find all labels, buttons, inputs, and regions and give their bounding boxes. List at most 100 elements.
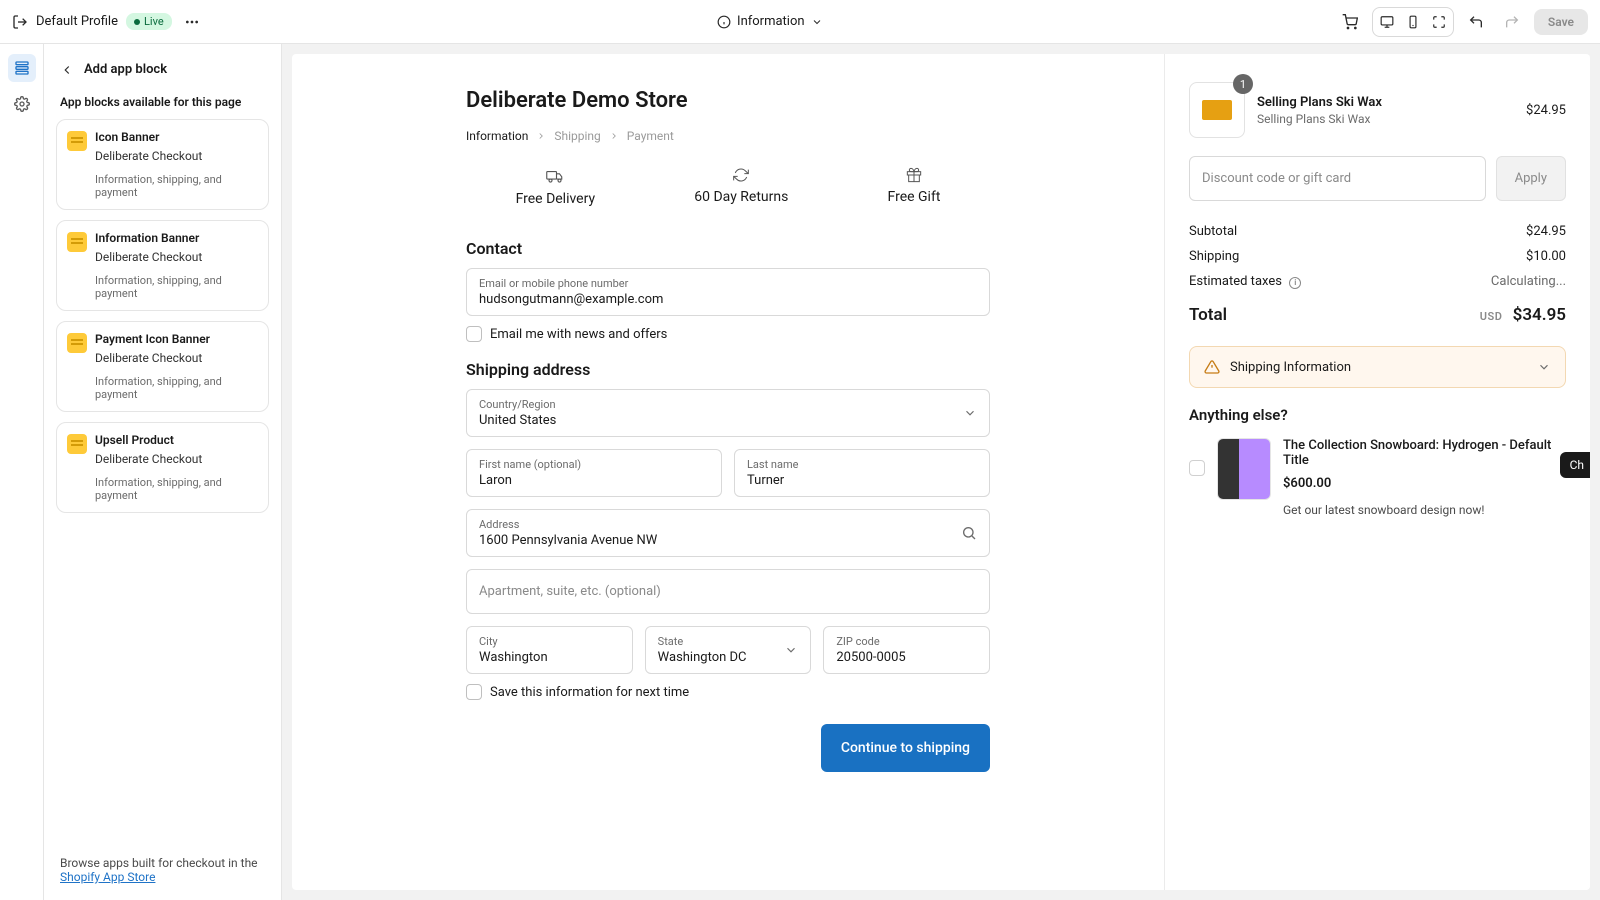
state-label: State [658, 635, 799, 648]
promo-label: 60 Day Returns [694, 189, 788, 205]
upsell-title: The Collection Snowboard: Hydrogen - Def… [1283, 438, 1566, 468]
subtotal-value: $24.95 [1526, 224, 1566, 239]
checkbox-icon[interactable] [466, 684, 482, 700]
email-opt-label: Email me with news and offers [490, 327, 667, 342]
store-name: Deliberate Demo Store [466, 88, 990, 113]
save-button[interactable]: Save [1534, 9, 1588, 35]
first-name-field[interactable]: First name (optional) Laron [466, 449, 722, 497]
sidebar-footer-text: Browse apps built for checkout in the [60, 856, 258, 870]
quantity-badge: 1 [1233, 74, 1253, 94]
app-block-thumb-icon [67, 434, 87, 454]
last-name-value: Turner [747, 473, 977, 488]
promo-returns: 60 Day Returns [694, 167, 788, 207]
promo-label: Free Gift [888, 189, 941, 205]
app-block-title: Payment Icon Banner [95, 332, 258, 346]
upsell-thumbnail [1217, 438, 1271, 500]
app-block-information-banner[interactable]: Information Banner Deliberate Checkout I… [56, 220, 269, 311]
desktop-icon[interactable] [1375, 10, 1399, 34]
continue-button[interactable]: Continue to shipping [821, 724, 990, 772]
chevron-down-icon [1537, 360, 1551, 374]
order-summary: 1 Selling Plans Ski Wax Selling Plans Sk… [1165, 54, 1590, 890]
more-menu-button[interactable] [180, 10, 204, 34]
profile-label: Default Profile [36, 14, 118, 29]
apply-button[interactable]: Apply [1496, 156, 1566, 201]
floating-chat-tag[interactable]: Ch [1560, 452, 1590, 478]
promo-label: Free Delivery [516, 191, 596, 207]
app-store-link[interactable]: Shopify App Store [60, 870, 155, 884]
subtotal-label: Subtotal [1189, 224, 1237, 239]
redo-icon[interactable] [1498, 8, 1526, 36]
search-icon[interactable] [961, 525, 977, 541]
city-value: Washington [479, 650, 620, 665]
total-currency: USD [1480, 310, 1503, 323]
sidebar-title: Add app block [84, 62, 167, 77]
topbar-center: Information [214, 14, 1326, 29]
apartment-field[interactable]: Apartment, suite, etc. (optional) [466, 569, 990, 614]
cart-icon[interactable] [1336, 8, 1364, 36]
email-value: hudsongutmann@example.com [479, 292, 977, 307]
city-field[interactable]: City Washington [466, 626, 633, 674]
app-block-title: Icon Banner [95, 130, 258, 144]
address-field[interactable]: Address 1600 Pennsylvania Avenue NW [466, 509, 990, 557]
discount-row: Discount code or gift card Apply [1189, 156, 1566, 201]
email-field[interactable]: Email or mobile phone number hudsongutma… [466, 268, 990, 316]
total-label: Total [1189, 305, 1227, 325]
upsell-item: The Collection Snowboard: Hydrogen - Def… [1189, 438, 1566, 517]
promo-free-gift: Free Gift [888, 167, 941, 207]
shipping-heading: Shipping address [466, 360, 990, 379]
mobile-icon[interactable] [1401, 10, 1425, 34]
settings-icon[interactable] [8, 90, 36, 118]
app-block-payment-icon-banner[interactable]: Payment Icon Banner Deliberate Checkout … [56, 321, 269, 412]
live-badge: Live [126, 13, 172, 30]
app-block-context: Information, shipping, and payment [95, 476, 258, 502]
chevron-down-icon [963, 406, 977, 420]
tax-label: Estimated taxes [1189, 274, 1282, 289]
alert-title: Shipping Information [1230, 360, 1527, 375]
upsell-desc: Get our latest snowboard design now! [1283, 503, 1566, 517]
page-selector[interactable]: Information [737, 14, 823, 29]
email-label: Email or mobile phone number [479, 277, 977, 290]
info-icon[interactable]: i [1289, 277, 1301, 289]
country-value: United States [479, 413, 977, 428]
back-icon[interactable] [60, 63, 74, 77]
discount-input[interactable]: Discount code or gift card [1189, 156, 1486, 201]
warning-icon [1204, 359, 1220, 375]
truck-icon [546, 167, 564, 185]
anything-else-heading: Anything else? [1189, 406, 1566, 424]
app-block-thumb-icon [67, 333, 87, 353]
state-field[interactable]: State Washington DC [645, 626, 812, 674]
app-block-title: Information Banner [95, 231, 258, 245]
apartment-placeholder: Apartment, suite, etc. (optional) [479, 584, 977, 599]
upsell-checkbox[interactable] [1189, 460, 1205, 476]
app-block-sub: Deliberate Checkout [95, 250, 258, 264]
app-block-icon-banner[interactable]: Icon Banner Deliberate Checkout Informat… [56, 119, 269, 210]
country-field[interactable]: Country/Region United States [466, 389, 990, 437]
last-name-field[interactable]: Last name Turner [734, 449, 990, 497]
app-block-upsell-product[interactable]: Upsell Product Deliberate Checkout Infor… [56, 422, 269, 513]
state-value: Washington DC [658, 650, 799, 665]
total-row: Total USD $34.95 [1189, 300, 1566, 330]
left-rail [0, 44, 44, 900]
zip-field[interactable]: ZIP code 20500-0005 [823, 626, 990, 674]
promo-row: Free Delivery 60 Day Returns Free Gift [466, 161, 990, 227]
gift-icon [906, 167, 922, 183]
breadcrumb-information[interactable]: Information [466, 129, 528, 143]
zip-label: ZIP code [836, 635, 977, 648]
sections-icon[interactable] [8, 54, 36, 82]
save-info-row[interactable]: Save this information for next time [466, 674, 990, 706]
item-thumb-wrap: 1 [1189, 82, 1245, 138]
app-block-sub: Deliberate Checkout [95, 149, 258, 163]
undo-icon[interactable] [1462, 8, 1490, 36]
fullscreen-icon[interactable] [1427, 10, 1451, 34]
checkbox-icon[interactable] [466, 326, 482, 342]
exit-icon[interactable] [12, 14, 28, 30]
app-block-context: Information, shipping, and payment [95, 274, 258, 300]
app-block-sub: Deliberate Checkout [95, 351, 258, 365]
item-price: $24.95 [1526, 103, 1566, 118]
address-label: Address [479, 518, 977, 531]
checkout-main: Deliberate Demo Store Information Shippi… [292, 54, 1165, 890]
device-switcher [1372, 7, 1454, 37]
email-opt-row[interactable]: Email me with news and offers [466, 316, 990, 348]
shipping-info-alert[interactable]: Shipping Information [1189, 346, 1566, 388]
sidebar-header: Add app block [56, 56, 269, 91]
